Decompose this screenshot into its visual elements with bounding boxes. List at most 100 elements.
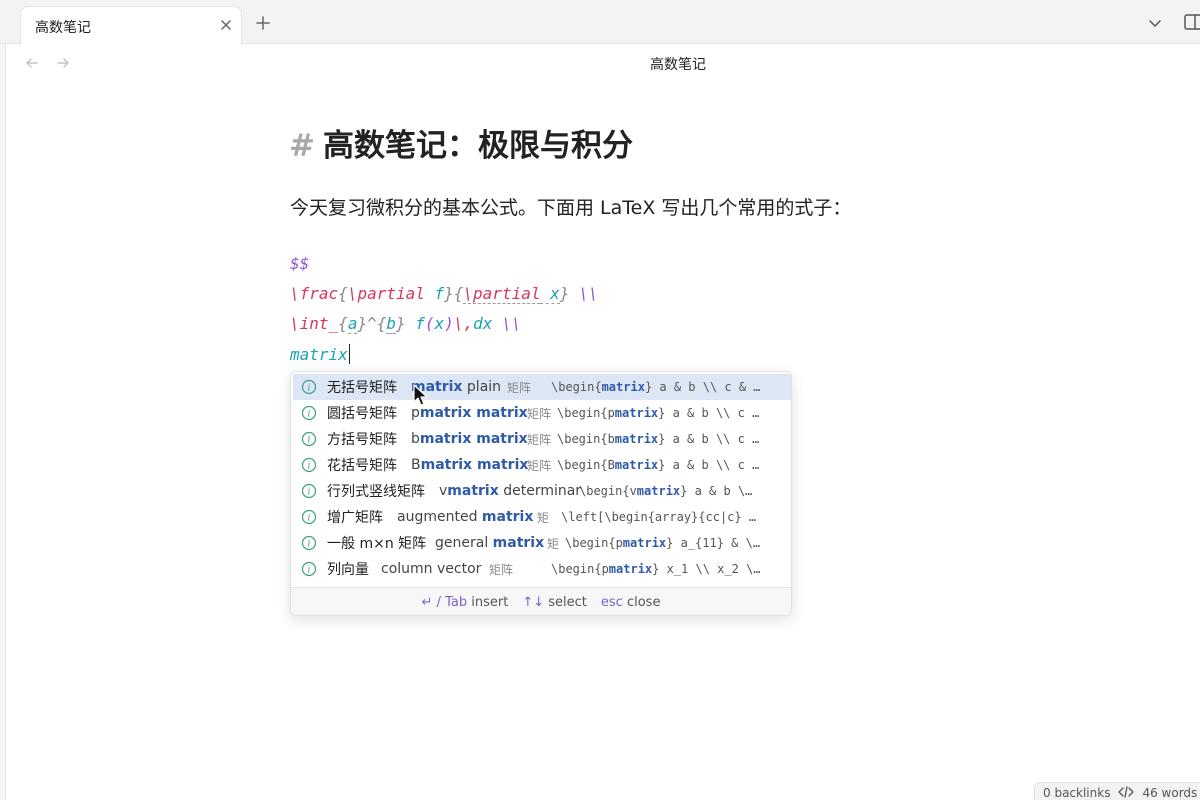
suggestion-category: 矩	[547, 536, 560, 551]
suggestion-item[interactable]: i 行列式竖线矩阵 vmatrix determinar \begin{vmat…	[293, 478, 791, 504]
suggestion-snippet-prefix: \begin{p	[557, 406, 615, 420]
latex-newline: \\	[502, 314, 522, 333]
suggestion-label: 无括号矩阵	[327, 380, 397, 396]
view-title: 高数笔记	[650, 57, 706, 73]
suggestion-category: 矩阵	[527, 458, 552, 473]
hint-select-label: select	[548, 595, 587, 610]
suggestion-snippet-prefix: \begin{	[551, 380, 602, 394]
latex-command: \frac	[290, 284, 339, 303]
suggestion-snippet-match: matrix	[608, 562, 653, 576]
latex-command: \,	[453, 314, 474, 333]
suggestion-item[interactable]: i 方括号矩阵 bmatrix matrix 矩阵 \begin{bmatrix…	[293, 426, 791, 452]
suggestion-alias-match: matrix	[492, 535, 545, 551]
svg-text:i: i	[308, 514, 311, 524]
latex-arg: f	[415, 314, 425, 333]
tab-title: 高数笔记	[35, 20, 91, 36]
svg-text:i: i	[308, 540, 311, 550]
suggestion-category: 矩阵	[527, 406, 552, 421]
suggestion-snippet: \begin{pmatrix} a_{11} & \…	[565, 536, 760, 550]
info-icon: i	[301, 561, 317, 577]
suggestion-snippet-suffix: } a & b \\ c …	[658, 432, 760, 446]
sidebar-edge	[0, 44, 6, 800]
latex-brace: {	[338, 314, 348, 333]
hint-close: esc close	[601, 595, 661, 610]
suggestion-snippet-prefix: \left[\begin{array}{cc|c} …	[561, 510, 757, 524]
suggestion-snippet-match: matrix	[614, 406, 659, 420]
suggestion-snippet-match: matrix	[614, 432, 659, 446]
mouse-pointer-icon	[413, 384, 428, 406]
tab-bar: 高数笔记	[0, 0, 1200, 45]
suggestion-snippet-prefix: \begin{p	[565, 536, 623, 550]
latex-brace: }^{	[357, 314, 387, 333]
suggestion-item[interactable]: i 圆括号矩阵 pmatrix matrix 矩阵 \begin{pmatrix…	[293, 400, 791, 426]
suggestion-alias: general matrix	[435, 535, 544, 551]
chevron-down-icon[interactable]	[1144, 12, 1166, 34]
suggestion-item[interactable]: i 增广矩阵 augmented matrix 矩 \left[\begin{a…	[293, 504, 791, 530]
info-icon: i	[301, 379, 317, 395]
suggestion-alias-match: matrix matrix	[420, 457, 529, 473]
suggestion-category: 矩	[537, 510, 550, 525]
code-icon[interactable]	[1118, 785, 1135, 800]
suggestion-label: 列向量	[327, 562, 369, 578]
suggestion-alias: vmatrix determinar	[439, 483, 581, 499]
svg-text:i: i	[308, 462, 311, 472]
tab-active[interactable]: 高数笔记	[20, 6, 242, 45]
suggestion-label: 圆括号矩阵	[327, 406, 397, 422]
suggestion-alias-prefix: general	[435, 535, 493, 551]
suggestion-alias: bmatrix matrix	[411, 431, 528, 447]
suggestion-item[interactable]: i 无括号矩阵 matrix plain 矩阵 \begin{matrix} a…	[293, 374, 791, 400]
suggestion-snippet-prefix: \begin{b	[557, 432, 615, 446]
suggestion-snippet: \begin{pmatrix} a & b \\ c …	[557, 406, 759, 420]
math-delimiter[interactable]: $$	[290, 254, 309, 278]
suggestion-item[interactable]: i 一般 m×n 矩阵 general matrix 矩 \begin{pmat…	[293, 530, 791, 556]
suggestion-snippet-match: matrix	[601, 380, 645, 394]
suggestion-snippet: \left[\begin{array}{cc|c} …	[561, 510, 756, 524]
note-paragraph[interactable]: 今天复习微积分的基本公式。下面用 LaTeX 写出几个常用的式子：	[290, 193, 851, 220]
arrow-right-icon[interactable]	[53, 53, 73, 73]
latex-brace: }{	[444, 284, 464, 303]
suggestion-snippet-suffix: } x_1 \\ x_2 \…	[652, 562, 761, 576]
suggestion-label: 一般 m×n 矩阵	[327, 536, 427, 552]
suggestion-category: 矩阵	[507, 380, 532, 395]
suggestion-alias-suffix: plain	[462, 379, 502, 395]
suggestion-snippet-suffix: } a & b \…	[680, 484, 753, 498]
math-line-frac[interactable]: \frac{\partial f}{\partial x} \\	[290, 284, 598, 308]
suggestion-label: 方括号矩阵	[327, 432, 397, 448]
info-icon: i	[301, 431, 317, 447]
math-line-input[interactable]: matrix	[290, 344, 350, 368]
plus-icon[interactable]	[252, 12, 274, 34]
hint-insert: ↵ / Tab insert	[422, 595, 509, 610]
backlinks-count[interactable]: 0 backlinks	[1043, 786, 1110, 800]
suggestion-label: 行列式竖线矩阵	[327, 484, 425, 500]
suggestion-alias-prefix: b	[411, 431, 420, 447]
math-line-int[interactable]: \int_{a}^{b} f(x)\,dx \\	[290, 314, 521, 338]
suggestion-snippet: \begin{matrix} a & b \\ c & …	[551, 380, 761, 394]
suggestion-alias: Bmatrix matrix	[411, 457, 528, 473]
autocomplete-popup: i 无括号矩阵 matrix plain 矩阵 \begin{matrix} a…	[290, 371, 792, 616]
suggestion-label: 增广矩阵	[327, 510, 383, 526]
popup-footer: ↵ / Tab insert ↑↓ select esc close	[291, 587, 791, 615]
suggestion-alias-match: matrix matrix	[419, 405, 528, 421]
arrow-left-icon[interactable]	[22, 53, 42, 73]
suggestion-item[interactable]: i 花括号矩阵 Bmatrix matrix 矩阵 \begin{Bmatrix…	[293, 452, 791, 478]
suggestion-alias: augmented matrix	[397, 509, 533, 525]
suggestion-item[interactable]: i 列向量 column vector 矩阵 \begin{pmatrix} x…	[293, 556, 791, 582]
close-icon[interactable]	[217, 16, 235, 34]
suggestion-alias: column vector	[381, 561, 481, 577]
latex-arg: x	[434, 314, 445, 333]
note-heading[interactable]: # 高数笔记：极限与积分	[289, 120, 633, 164]
info-icon: i	[301, 405, 317, 421]
sidebar-toggle-icon[interactable]	[1180, 10, 1200, 34]
suggestion-alias-match: matrix matrix	[419, 431, 528, 447]
svg-text:i: i	[308, 410, 311, 420]
suggestion-snippet-match: matrix	[622, 536, 667, 550]
latex-paren: (	[424, 314, 435, 333]
info-icon: i	[301, 457, 317, 473]
svg-text:i: i	[308, 384, 311, 394]
heading-text: 高数笔记：极限与积分	[322, 128, 633, 164]
text-caret	[348, 344, 350, 364]
suggestion-snippet-prefix: \begin{v	[579, 484, 637, 498]
latex-brace: }	[559, 284, 579, 303]
suggestion-snippet: \begin{Bmatrix} a & b \\ c …	[557, 458, 759, 472]
info-icon: i	[301, 483, 317, 499]
